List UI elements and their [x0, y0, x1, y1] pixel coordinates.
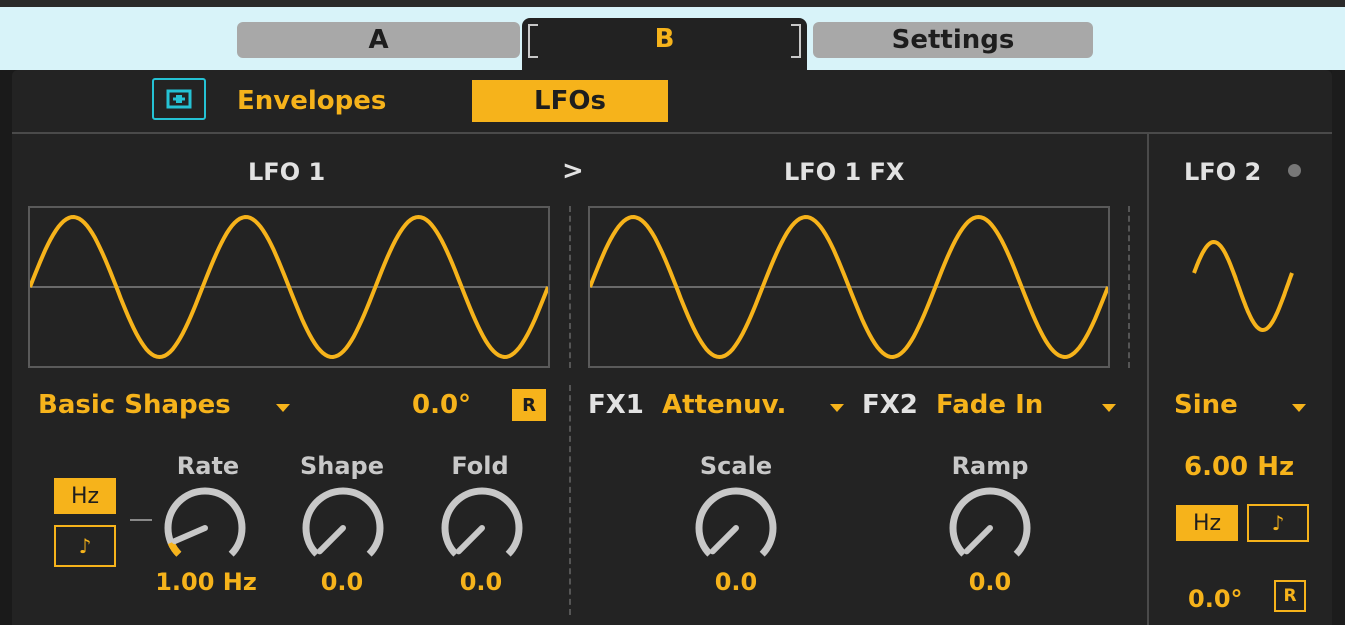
scale-knob[interactable] — [691, 483, 781, 573]
tab-b[interactable]: B — [522, 18, 807, 78]
lfo1-title: LFO 1 — [248, 158, 326, 186]
fx1-dropdown-icon[interactable] — [830, 404, 844, 412]
ramp-knob[interactable] — [945, 483, 1035, 573]
lfo1-waveform-display[interactable] — [28, 206, 550, 368]
shape-knob[interactable] — [298, 483, 388, 573]
tab-b-label: B — [654, 24, 675, 54]
lfo2-status-led[interactable] — [1288, 164, 1301, 177]
shape-knob-label: Shape — [299, 452, 385, 480]
section-separator-lower — [569, 385, 571, 615]
lfo1-hz-button[interactable]: Hz — [54, 478, 116, 514]
shape-knob-value[interactable]: 0.0 — [272, 568, 412, 596]
fx1-label: FX1 — [588, 390, 644, 420]
lfo2-note-button[interactable]: ♪ — [1247, 504, 1309, 542]
lfo2-title: LFO 2 — [1184, 158, 1262, 186]
subtab-lfos[interactable]: LFOs — [472, 80, 668, 122]
lfo1-retrigger-button[interactable]: R — [512, 389, 546, 421]
lfo2-phase[interactable]: 0.0° — [1188, 585, 1243, 613]
top-border — [0, 0, 1345, 7]
tab-bracket-right — [791, 24, 801, 58]
chain-arrow-icon: > — [562, 156, 584, 186]
knob-pointer — [709, 525, 739, 555]
fx2-menu[interactable]: Fade In — [936, 390, 1043, 420]
tab-settings[interactable]: Settings — [813, 22, 1093, 58]
knob-pointer — [963, 525, 993, 555]
lfo2-rate-value[interactable]: 6.00 Hz — [1184, 452, 1294, 482]
fold-knob-value[interactable]: 0.0 — [411, 568, 551, 596]
lfo2-hz-button[interactable]: Hz — [1176, 505, 1238, 541]
lfo1-shape-menu[interactable]: Basic Shapes — [38, 390, 231, 420]
fx2-label: FX2 — [862, 390, 918, 420]
section-separator — [569, 206, 571, 368]
knob-track — [441, 487, 523, 557]
lfo2-retrigger-button[interactable]: R — [1274, 580, 1306, 612]
fx2-dropdown-icon[interactable] — [1102, 404, 1116, 412]
ramp-knob-label: Ramp — [951, 452, 1029, 480]
rate-knob[interactable] — [160, 483, 250, 573]
lfo2-shape-dropdown-icon[interactable] — [1292, 404, 1306, 412]
lfo1-shape-dropdown-icon[interactable] — [276, 404, 290, 412]
fold-knob-label: Fold — [451, 452, 509, 480]
subtab-envelopes[interactable]: Envelopes — [237, 86, 386, 116]
scale-knob-label: Scale — [699, 452, 773, 480]
lfo1fx-right-separator — [1128, 206, 1130, 368]
toggle-glyph — [166, 89, 192, 109]
lfo1-note-button[interactable]: ♪ — [54, 525, 116, 567]
subtab-divider — [12, 132, 1332, 134]
tab-a[interactable]: A — [237, 22, 520, 58]
lfo1fx-title: LFO 1 FX — [784, 158, 905, 186]
lfo2-shape-menu[interactable]: Sine — [1174, 390, 1238, 420]
knob-track — [949, 487, 1031, 557]
knob-pointer — [171, 525, 208, 545]
knob-pointer — [316, 525, 346, 555]
rate-knob-label: Rate — [176, 452, 240, 480]
lfo1fx-waveform-display[interactable] — [588, 206, 1110, 368]
lfo2-waveform[interactable] — [1188, 234, 1298, 344]
knob-track — [695, 487, 777, 557]
knob-track — [302, 487, 384, 557]
lfo2-divider — [1147, 134, 1149, 625]
lfo1-waveform — [28, 214, 550, 360]
fold-knob[interactable] — [437, 483, 527, 573]
lfo1fx-waveform — [588, 214, 1110, 360]
fx1-menu[interactable]: Attenuv. — [662, 390, 786, 420]
ramp-knob-value[interactable]: 0.0 — [920, 568, 1060, 596]
lfo-device: A B Settings Envelopes LFOs LFO 1 > Basi… — [0, 0, 1345, 625]
knob-value-arc — [167, 541, 182, 557]
lfo1-phase[interactable]: 0.0° — [412, 390, 471, 420]
device-toggle-icon[interactable] — [152, 78, 206, 120]
tab-bracket-left — [528, 24, 538, 58]
knob-pointer — [455, 525, 485, 555]
rate-knob-tick — [130, 519, 152, 521]
panel-scroll-edge — [1332, 70, 1345, 625]
rate-knob-value[interactable]: 1.00 Hz — [136, 568, 276, 596]
scale-knob-value[interactable]: 0.0 — [666, 568, 806, 596]
knob-track — [164, 487, 246, 557]
